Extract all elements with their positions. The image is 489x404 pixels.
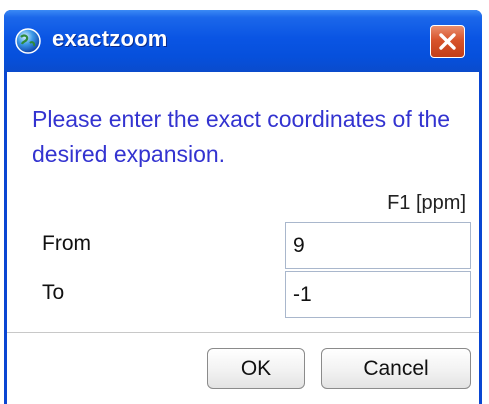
- cancel-button[interactable]: Cancel: [321, 348, 471, 389]
- column-header-f1: F1 [ppm]: [387, 192, 466, 214]
- separator: [7, 332, 479, 336]
- close-icon: [439, 33, 456, 50]
- ok-button[interactable]: OK: [207, 348, 305, 389]
- from-input[interactable]: [285, 222, 471, 269]
- close-button[interactable]: [430, 25, 465, 58]
- to-label: To: [42, 281, 65, 304]
- window-title: exactzoom: [52, 26, 168, 51]
- dialog-window: exactzoom Please enter the exact coordin…: [4, 10, 482, 404]
- to-input[interactable]: [285, 271, 471, 318]
- prompt-text: Please enter the exact coordinates of th…: [32, 106, 451, 167]
- dialog-content: Please enter the exact coordinates of th…: [7, 72, 479, 404]
- title-bar[interactable]: exactzoom: [4, 10, 482, 72]
- globe-icon: [15, 28, 41, 54]
- from-label: From: [42, 232, 91, 255]
